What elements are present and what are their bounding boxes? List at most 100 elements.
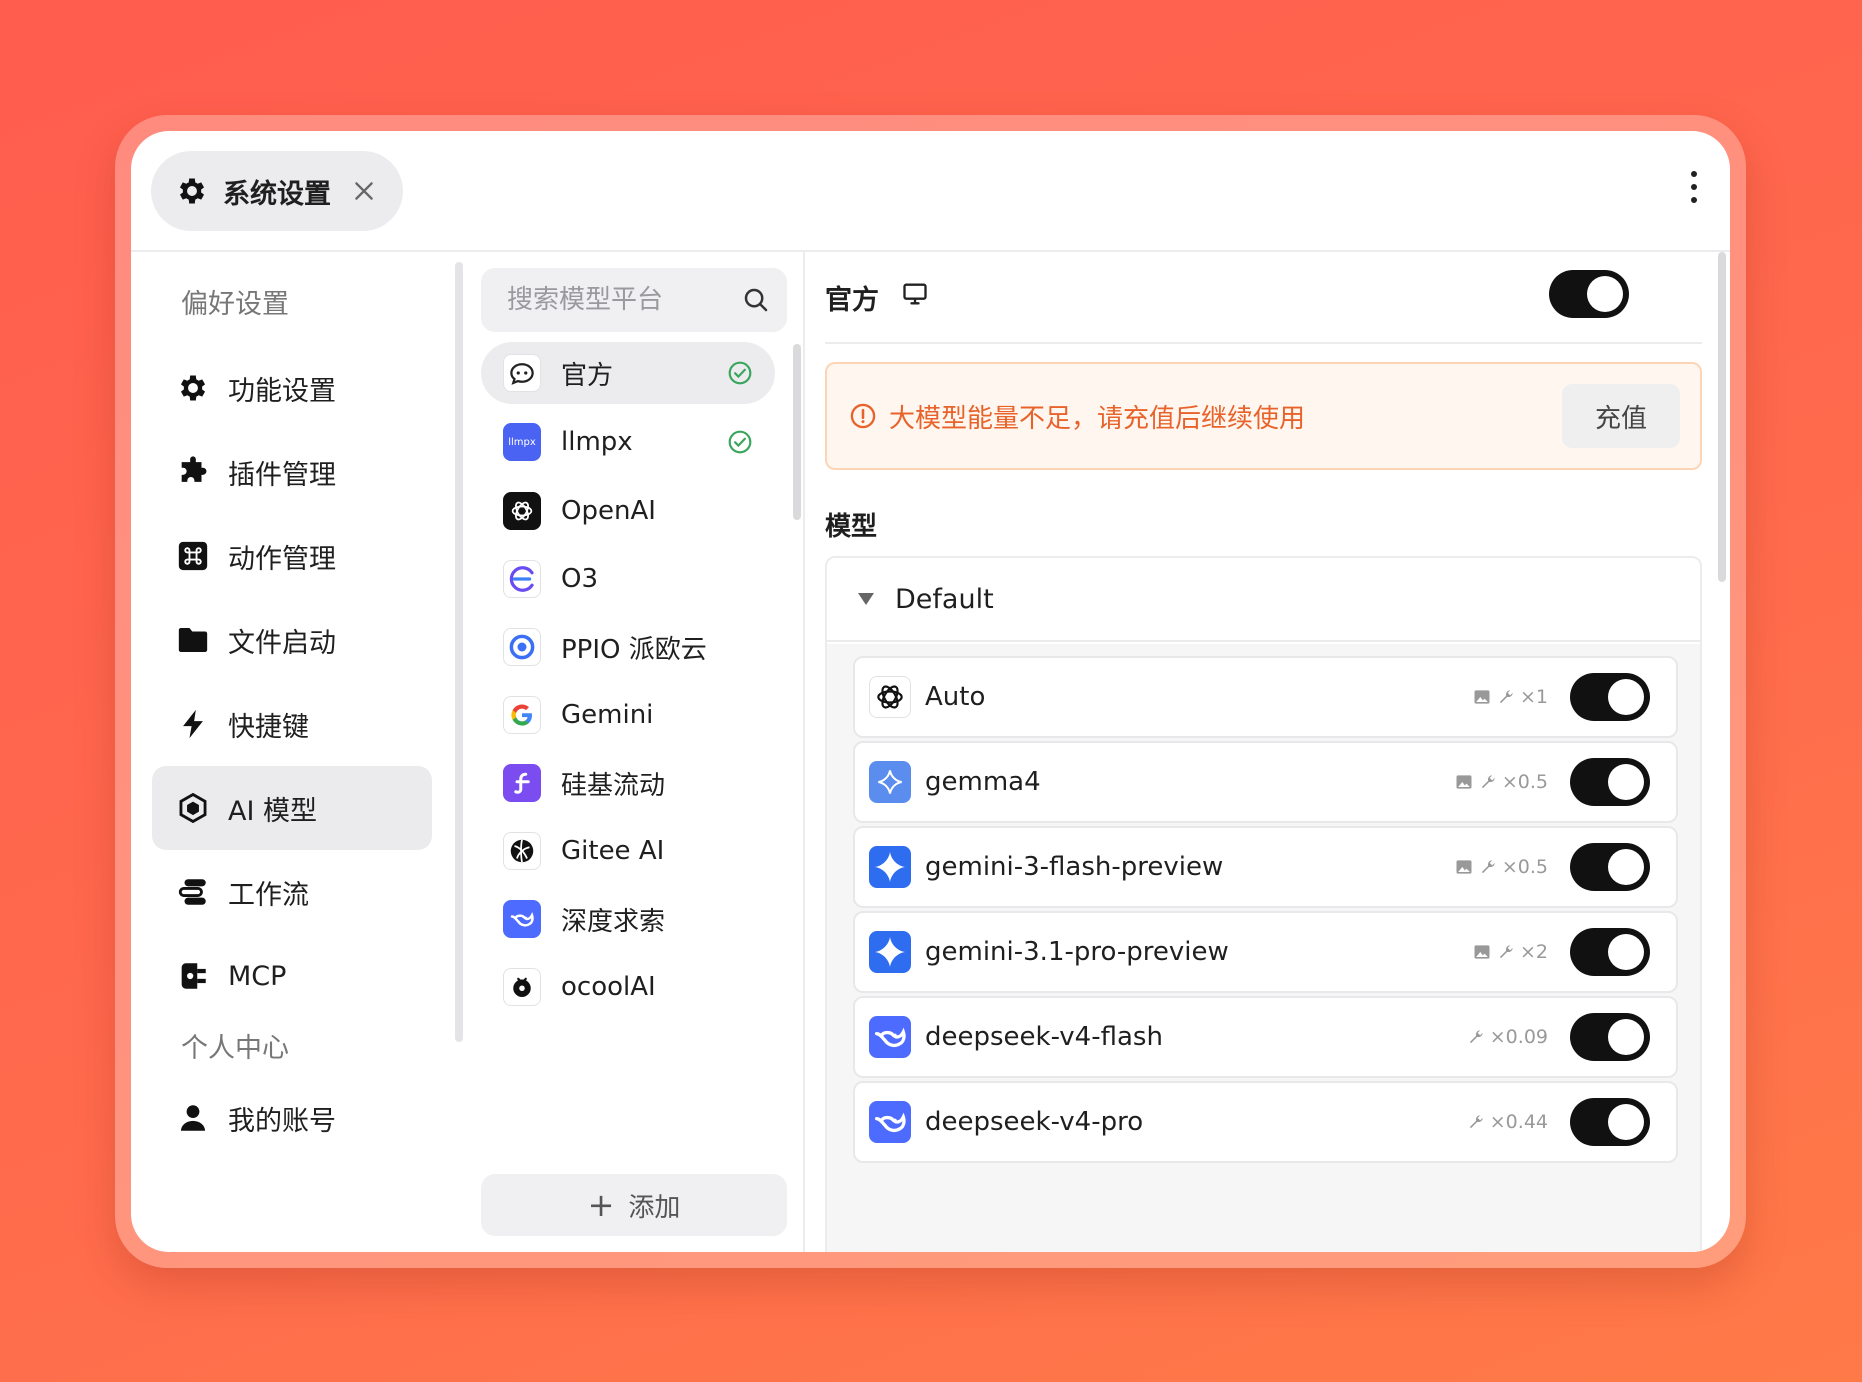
wrench-icon xyxy=(1499,945,1513,959)
deepseek-logo-icon xyxy=(869,1016,911,1058)
warning-circle-icon xyxy=(850,403,876,429)
model-list: Auto ×1 gemma4 ×0.5 gemini-3-flash-previ… xyxy=(827,644,1700,1252)
sidebar-item-workflow[interactable]: 工作流 xyxy=(152,850,432,934)
gitee-logo-icon xyxy=(503,832,541,870)
sidebar-item-mcp[interactable]: MCP xyxy=(152,934,432,1018)
provider-scrollbar[interactable] xyxy=(793,344,801,520)
model-capabilities: ×0.09 xyxy=(1466,1026,1548,1048)
user-icon xyxy=(176,1101,210,1135)
provider-enable-toggle[interactable] xyxy=(1549,270,1629,318)
workflow-icon xyxy=(176,875,210,909)
model-row: deepseek-v4-flash ×0.09 xyxy=(853,996,1678,1078)
provider-item-o3[interactable]: O3 xyxy=(481,548,775,610)
deepseek-logo-icon xyxy=(503,900,541,938)
model-enable-toggle[interactable] xyxy=(1570,1098,1650,1146)
check-circle-icon xyxy=(728,430,752,454)
close-icon[interactable] xyxy=(351,178,377,204)
wrench-icon xyxy=(1469,1115,1483,1129)
sidebar-item-actions[interactable]: 动作管理 xyxy=(152,514,432,598)
provider-name: PPIO 派欧云 xyxy=(561,634,707,665)
sidebar-item-plugins[interactable]: 插件管理 xyxy=(152,430,432,514)
provider-item-ppio[interactable]: PPIO 派欧云 xyxy=(481,616,775,678)
model-name: deepseek-v4-pro xyxy=(925,1107,1144,1137)
image-icon xyxy=(1456,860,1472,874)
provider-detail-panel: 官方 大模型能量不足，请充值后继续使用 充值 模型 Default Auto ×… xyxy=(807,252,1730,1252)
provider-item-llmpx[interactable]: llmpx llmpx xyxy=(481,411,775,473)
page-title: 官方 xyxy=(825,285,879,316)
o3-logo-icon xyxy=(503,560,541,598)
gear-icon xyxy=(176,371,210,405)
provider-name: Gemini xyxy=(561,700,654,730)
google-logo-icon xyxy=(503,696,541,734)
provider-search[interactable] xyxy=(481,268,787,332)
openai-logo-icon xyxy=(869,676,911,718)
model-enable-toggle[interactable] xyxy=(1570,928,1650,976)
model-capabilities: ×0.5 xyxy=(1454,856,1548,878)
model-enable-toggle[interactable] xyxy=(1570,758,1650,806)
provider-item-official[interactable]: 官方 xyxy=(481,342,775,404)
model-row: gemini-3.1-pro-preview ×2 xyxy=(853,911,1678,993)
more-menu-icon[interactable] xyxy=(1688,171,1700,211)
wrench-icon xyxy=(1499,690,1513,704)
settings-window: 系统设置 偏好设置 功能设置 插件管理 动作管理 文件启动 快捷键 AI 模型 … xyxy=(131,131,1730,1252)
gear-icon xyxy=(179,178,205,204)
provider-name: llmpx xyxy=(561,427,633,457)
tab-title: 系统设置 xyxy=(223,178,331,210)
header-bar: 系统设置 xyxy=(131,131,1730,252)
search-input[interactable] xyxy=(507,285,727,315)
model-enable-toggle[interactable] xyxy=(1570,1013,1650,1061)
provider-item-deepseek[interactable]: 深度求索 xyxy=(481,888,775,950)
model-multiplier: ×0.5 xyxy=(1501,856,1548,878)
provider-item-ocoolai[interactable]: ocoolAI xyxy=(481,956,775,1018)
ppio-logo-icon xyxy=(503,628,541,666)
openai-logo-icon xyxy=(503,492,541,530)
sidebar-item-my-account[interactable]: 我的账号 xyxy=(152,1076,432,1160)
monitor-icon xyxy=(903,283,927,305)
sidebar-section-personal: 个人中心 xyxy=(181,1033,289,1064)
folder-icon xyxy=(176,623,210,657)
add-provider-button[interactable]: + 添加 xyxy=(481,1174,787,1236)
model-capabilities: ×0.5 xyxy=(1454,771,1548,793)
divider xyxy=(825,342,1702,344)
model-row: deepseek-v4-pro ×0.44 xyxy=(853,1081,1678,1163)
sidebar: 偏好设置 功能设置 插件管理 动作管理 文件启动 快捷键 AI 模型 工作流 M… xyxy=(131,252,463,1252)
model-multiplier: ×0.44 xyxy=(1489,1111,1548,1133)
sidebar-item-label: 我的账号 xyxy=(228,1105,336,1137)
provider-item-siliconflow[interactable]: 硅基流动 xyxy=(481,752,775,814)
caret-down-icon xyxy=(858,593,874,605)
sidebar-item-shortcuts[interactable]: 快捷键 xyxy=(152,682,432,766)
sidebar-item-label: 快捷键 xyxy=(228,711,309,743)
image-icon xyxy=(1474,945,1490,959)
siliconflow-logo-icon xyxy=(503,764,541,802)
sidebar-item-features[interactable]: 功能设置 xyxy=(152,346,432,430)
wrench-icon xyxy=(1481,775,1495,789)
puzzle-icon xyxy=(176,455,210,489)
model-capabilities: ×1 xyxy=(1472,686,1548,708)
sidebar-item-ai-models[interactable]: AI 模型 xyxy=(152,766,432,850)
model-name: deepseek-v4-flash xyxy=(925,1022,1163,1052)
gemini-logo-icon xyxy=(869,846,911,888)
wrench-icon xyxy=(1469,1030,1483,1044)
sidebar-section-preferences: 偏好设置 xyxy=(181,289,289,320)
llmpx-logo-text: llmpx xyxy=(508,436,536,448)
model-enable-toggle[interactable] xyxy=(1570,673,1650,721)
provider-item-gitee[interactable]: Gitee AI xyxy=(481,820,775,882)
provider-item-openai[interactable]: OpenAI xyxy=(481,480,775,542)
provider-list: 官方 llmpx llmpx OpenAI O3 PPIO 派欧云 Gemini… xyxy=(467,252,805,1252)
sidebar-item-file-launch[interactable]: 文件启动 xyxy=(152,598,432,682)
plug-icon xyxy=(176,959,210,993)
deepseek-logo-icon xyxy=(869,1101,911,1143)
search-icon xyxy=(744,288,768,312)
sidebar-scrollbar[interactable] xyxy=(455,262,463,1042)
provider-item-gemini[interactable]: Gemini xyxy=(481,684,775,746)
plus-icon: + xyxy=(587,1186,615,1224)
image-icon xyxy=(1474,690,1490,704)
model-enable-toggle[interactable] xyxy=(1570,843,1650,891)
model-group-header[interactable]: Default xyxy=(827,558,1700,642)
wrench-icon xyxy=(1481,860,1495,874)
model-name: Auto xyxy=(925,682,986,712)
main-scrollbar[interactable] xyxy=(1718,252,1726,582)
recharge-button[interactable]: 充值 xyxy=(1562,384,1680,448)
tab-system-settings[interactable]: 系统设置 xyxy=(151,151,403,231)
official-logo-icon xyxy=(503,354,541,392)
